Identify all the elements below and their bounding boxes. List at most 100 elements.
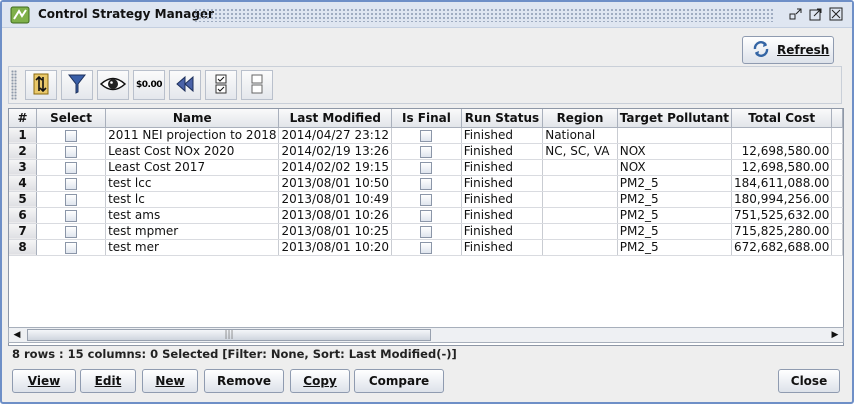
minimize-icon[interactable] (788, 6, 804, 22)
column-header-name[interactable]: Name (105, 109, 280, 128)
toolbar: $0.00 (8, 66, 842, 104)
region-cell (542, 207, 618, 224)
run-status-cell: Finished (461, 175, 544, 192)
table-row[interactable]: 3 Least Cost 2017 2014/02/02 19:15 Finis… (9, 159, 843, 176)
is-final-checkbox[interactable] (420, 145, 433, 158)
total-cost-cell: 672,682,688.00 (731, 239, 833, 256)
select-checkbox[interactable] (65, 209, 78, 222)
select-cell (36, 223, 107, 240)
run-status-cell: Finished (461, 159, 544, 176)
select-checkbox[interactable] (65, 145, 78, 158)
table-row[interactable]: 1 2011 NEI projection to 2018 2014/04/27… (9, 127, 843, 144)
window-title: Control Strategy Manager (38, 7, 214, 21)
column-header-is-final[interactable]: Is Final (391, 109, 462, 128)
view-button[interactable]: View (12, 369, 76, 393)
column-header-select[interactable]: Select (36, 109, 107, 128)
sort-icon (30, 72, 52, 99)
scroll-right-icon[interactable]: ▶ (827, 328, 843, 342)
edit-button[interactable]: Edit (80, 369, 136, 393)
close-icon[interactable] (828, 6, 844, 22)
select-checkbox[interactable] (65, 241, 78, 254)
select-cell (36, 191, 107, 208)
is-final-checkbox[interactable] (420, 129, 433, 142)
filter-button[interactable] (61, 70, 93, 100)
maximize-icon[interactable] (808, 6, 824, 22)
remove-button[interactable]: Remove (204, 369, 284, 393)
select-all-button[interactable] (205, 70, 237, 100)
row-number: 7 (9, 223, 38, 240)
select-checkbox[interactable] (65, 129, 78, 142)
is-final-checkbox[interactable] (420, 241, 433, 254)
column-header-overflow[interactable] (831, 109, 843, 128)
view-button-toolbar[interactable] (97, 70, 129, 100)
scroll-thumb[interactable]: ||| (27, 329, 431, 341)
is-final-checkbox[interactable] (420, 225, 433, 238)
total-cost-cell: 12,698,580.00 (731, 143, 833, 160)
close-button-label: Close (790, 374, 828, 388)
last-modified-cell: 2014/02/19 13:26 (278, 143, 393, 160)
rewind-button[interactable] (169, 70, 201, 100)
select-checkbox[interactable] (65, 161, 78, 174)
column-header-region[interactable]: Region (542, 109, 618, 128)
column-header-last-modified[interactable]: Last Modified (278, 109, 393, 128)
sort-button[interactable] (25, 70, 57, 100)
select-cell (36, 143, 107, 160)
table-row[interactable]: 5 test lc 2013/08/01 10:49 Finished PM2_… (9, 191, 843, 208)
is-final-cell (391, 143, 462, 160)
scroll-thumb-grip: ||| (224, 330, 234, 340)
region-cell (542, 159, 618, 176)
new-button[interactable]: New (142, 369, 198, 393)
title-bar[interactable]: Control Strategy Manager (2, 2, 852, 28)
title-bar-grip (194, 8, 774, 22)
toolbar-grip[interactable] (11, 70, 17, 100)
is-final-cell (391, 207, 462, 224)
target-pollutant-cell: PM2_5 (617, 175, 733, 192)
is-final-checkbox[interactable] (420, 209, 433, 222)
refresh-button[interactable]: Refresh (742, 36, 834, 64)
copy-button-label: Copy (303, 374, 337, 388)
select-all-icon (213, 73, 229, 98)
is-final-checkbox[interactable] (420, 177, 433, 190)
view-button-label: View (27, 374, 61, 388)
table-row[interactable]: 2 Least Cost NOx 2020 2014/02/19 13:26 F… (9, 143, 843, 160)
select-cell (36, 159, 107, 176)
close-button[interactable]: Close (778, 369, 840, 393)
edit-button-label: Edit (94, 374, 122, 388)
run-status-cell: Finished (461, 207, 544, 224)
scroll-left-icon[interactable]: ◀ (9, 328, 25, 342)
column-header-target-pollutant[interactable]: Target Pollutant (617, 109, 733, 128)
overflow-cell (831, 175, 843, 192)
is-final-checkbox[interactable] (420, 161, 433, 174)
select-checkbox[interactable] (65, 193, 78, 206)
overflow-cell (831, 207, 843, 224)
row-number: 5 (9, 191, 38, 208)
overflow-cell (831, 159, 843, 176)
table-row[interactable]: 4 test lcc 2013/08/01 10:50 Finished PM2… (9, 175, 843, 192)
new-button-label: New (155, 374, 185, 388)
select-checkbox[interactable] (65, 225, 78, 238)
column-header-run-status[interactable]: Run Status (461, 109, 544, 128)
column-header-total-cost[interactable]: Total Cost (731, 109, 833, 128)
is-final-checkbox[interactable] (420, 193, 433, 206)
is-final-cell (391, 191, 462, 208)
total-cost-cell: 751,525,632.00 (731, 207, 833, 224)
target-pollutant-cell: PM2_5 (617, 191, 733, 208)
last-modified-cell: 2013/08/01 10:20 (278, 239, 393, 256)
column-header-number[interactable]: # (9, 109, 38, 128)
table-row[interactable]: 7 test mpmer 2013/08/01 10:25 Finished P… (9, 223, 843, 240)
row-number: 6 (9, 207, 38, 224)
clear-selection-button[interactable] (241, 70, 273, 100)
copy-button[interactable]: Copy (290, 369, 350, 393)
overflow-cell (831, 143, 843, 160)
table-row[interactable]: 8 test mer 2013/08/01 10:20 Finished PM2… (9, 239, 843, 256)
money-icon: $0.00 (136, 80, 162, 90)
select-checkbox[interactable] (65, 177, 78, 190)
cost-button[interactable]: $0.00 (133, 70, 165, 100)
overflow-cell (831, 191, 843, 208)
total-cost-cell: 12,698,580.00 (731, 159, 833, 176)
compare-button[interactable]: Compare (354, 369, 444, 393)
is-final-cell (391, 223, 462, 240)
select-cell (36, 207, 107, 224)
table-row[interactable]: 6 test ams 2013/08/01 10:26 Finished PM2… (9, 207, 843, 224)
horizontal-scrollbar[interactable]: ◀ ||| ▶ (8, 327, 844, 343)
